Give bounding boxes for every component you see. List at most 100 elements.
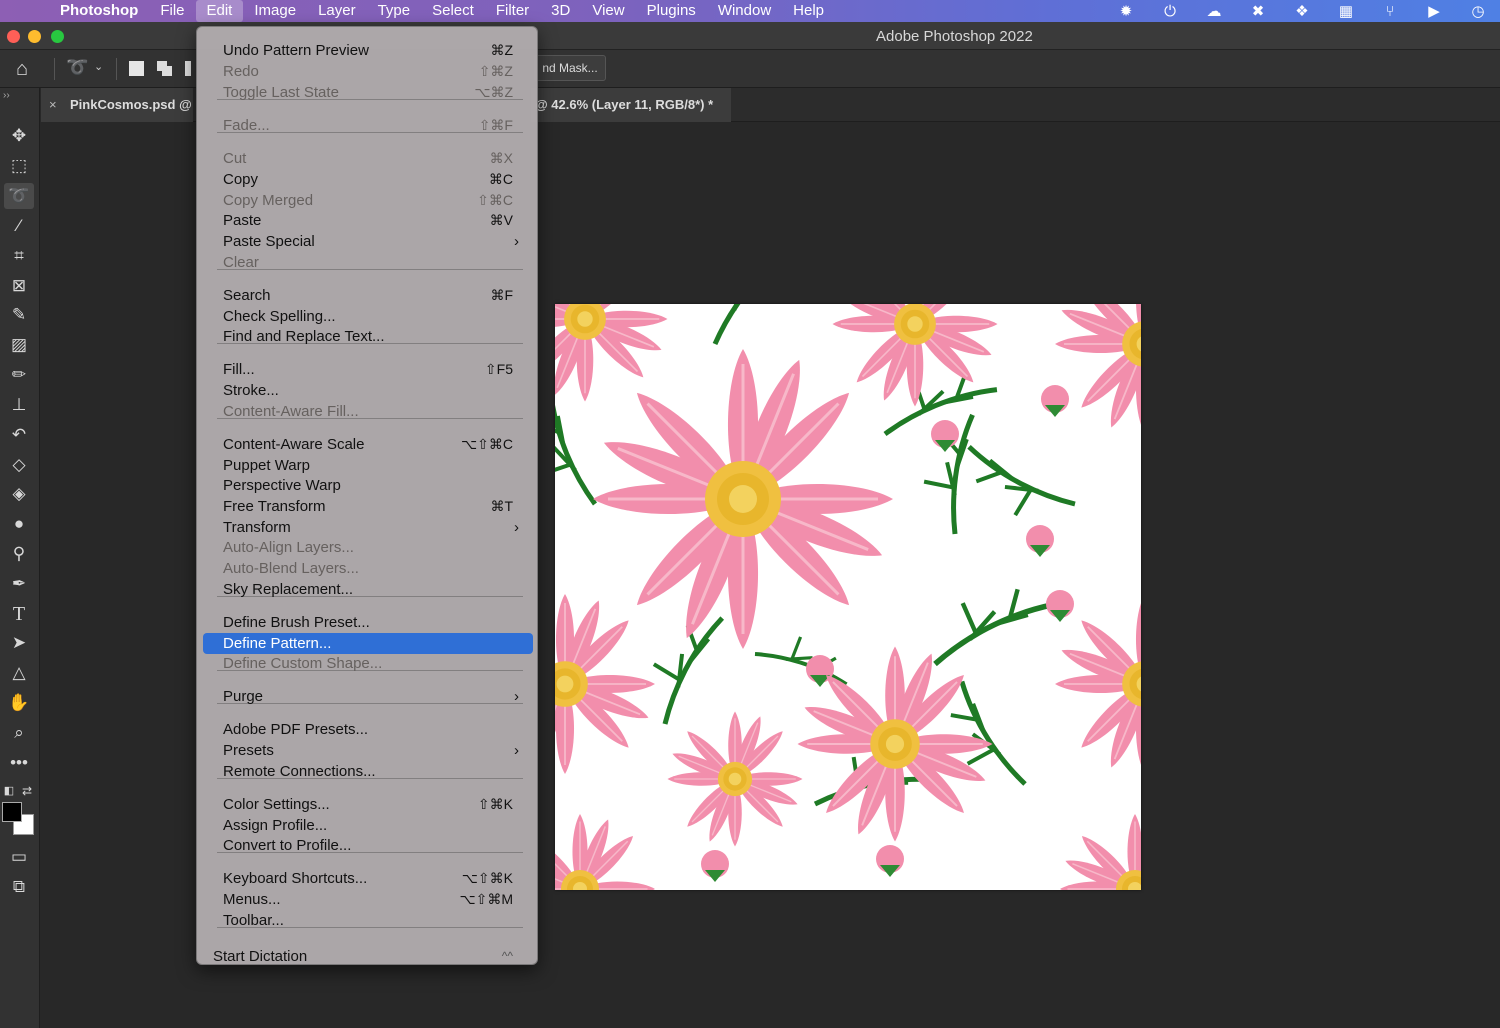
menu-edit[interactable]: Edit: [195, 0, 244, 22]
menu-item-keyboard-shortcuts[interactable]: Keyboard Shortcuts... ⌥⇧⌘K: [203, 868, 533, 889]
add-selection-icon[interactable]: [157, 61, 172, 76]
frame-tool-icon[interactable]: ⊠: [4, 273, 34, 299]
menu-item-stroke[interactable]: Stroke...: [203, 380, 533, 401]
menu-filter[interactable]: Filter: [485, 0, 540, 22]
menu-item-transform[interactable]: Transform ›: [203, 517, 533, 538]
menu-window[interactable]: Window: [707, 0, 782, 22]
brush-tool-icon[interactable]: ✏: [4, 362, 34, 388]
healing-brush-tool-icon[interactable]: ▨: [4, 332, 34, 358]
eyedropper-tool-icon[interactable]: ✎: [4, 302, 34, 328]
menu-item-color-settings[interactable]: Color Settings... ⇧⌘K: [203, 794, 533, 815]
type-tool-icon[interactable]: T: [4, 601, 34, 627]
menu-item-define-pattern[interactable]: Define Pattern...: [203, 633, 533, 654]
play-icon[interactable]: ▶: [1412, 2, 1456, 20]
lasso-tool-icon[interactable]: ➰: [4, 183, 34, 209]
history-brush-tool-icon[interactable]: ↶: [4, 422, 34, 448]
x-mark-icon[interactable]: ✖: [1236, 2, 1280, 20]
menu-item-toggle-last-state[interactable]: Toggle Last State ⌥⌘Z: [203, 82, 533, 103]
menu-item-find-and-replace-text[interactable]: Find and Replace Text...: [203, 326, 533, 347]
panel-collapse-icon[interactable]: ››: [3, 90, 10, 101]
close-tab-icon[interactable]: ×: [49, 88, 57, 122]
menu-item-sky-replacement[interactable]: Sky Replacement...: [203, 579, 533, 600]
swap-colors-icon[interactable]: ⇄: [18, 778, 36, 804]
menu-help[interactable]: Help: [782, 0, 835, 22]
menu-item-copy-merged[interactable]: Copy Merged ⇧⌘C: [203, 190, 533, 211]
select-and-mask-button[interactable]: nd Mask...: [534, 55, 606, 81]
foreground-color-swatch[interactable]: [2, 802, 22, 822]
menu-item-copy[interactable]: Copy ⌘C: [203, 169, 533, 190]
grid-icon[interactable]: ▦: [1324, 2, 1368, 20]
lasso-icon[interactable]: ➰: [66, 57, 88, 78]
menu-item-perspective-warp[interactable]: Perspective Warp: [203, 475, 533, 496]
new-selection-icon[interactable]: [129, 61, 144, 76]
menu-item-remote-connections[interactable]: Remote Connections...: [203, 761, 533, 782]
clock-icon[interactable]: ◷: [1456, 2, 1500, 20]
menu-view[interactable]: View: [581, 0, 635, 22]
paint-bucket-tool-icon[interactable]: ◈: [4, 481, 34, 507]
screen-mode-icon[interactable]: ⧉: [4, 874, 34, 900]
subtract-selection-icon[interactable]: [185, 61, 191, 76]
menu-item-define-brush-preset[interactable]: Define Brush Preset...: [203, 612, 533, 633]
menu-item-cut[interactable]: Cut ⌘X: [203, 148, 533, 169]
close-window-button[interactable]: [7, 30, 20, 43]
default-colors-icon[interactable]: ◧: [0, 778, 18, 804]
menu-item-toolbar[interactable]: Toolbar...: [203, 910, 533, 931]
menu-item-undo-pattern-preview[interactable]: Undo Pattern Preview ⌘Z: [203, 40, 533, 61]
pen-tool-icon[interactable]: ✒: [4, 571, 34, 597]
menu-item-check-spelling[interactable]: Check Spelling...: [203, 306, 533, 327]
menu-item-free-transform[interactable]: Free Transform ⌘T: [203, 496, 533, 517]
zoom-window-button[interactable]: [51, 30, 64, 43]
zoom-tool-icon[interactable]: ⌕: [4, 720, 34, 746]
menu-item-clear[interactable]: Clear: [203, 252, 533, 273]
menu-item-auto-align-layers[interactable]: Auto-Align Layers...: [203, 537, 533, 558]
menu-file[interactable]: File: [149, 0, 195, 22]
dropbox-icon[interactable]: ❖: [1280, 2, 1324, 20]
clone-stamp-tool-icon[interactable]: ⊥: [4, 392, 34, 418]
move-tool-icon[interactable]: ✥: [4, 123, 34, 149]
fork-icon[interactable]: ⑂: [1368, 3, 1412, 20]
menu-item-convert-to-profile[interactable]: Convert to Profile...: [203, 835, 533, 856]
blur-tool-icon[interactable]: ●: [4, 511, 34, 537]
document-tab[interactable]: × PinkCosmos.psd @: [41, 88, 193, 122]
menu-type[interactable]: Type: [367, 0, 422, 22]
chevron-down-icon[interactable]: ⌄: [94, 60, 103, 73]
menu-item-purge[interactable]: Purge ›: [203, 686, 533, 707]
menu-item-start-dictation[interactable]: Start Dictation ^^: [203, 946, 533, 967]
menu-app-name[interactable]: Photoshop: [46, 0, 149, 22]
menu-image[interactable]: Image: [243, 0, 307, 22]
menu-item-fade[interactable]: Fade... ⇧⌘F: [203, 115, 533, 136]
quick-mask-icon[interactable]: ▭: [4, 844, 34, 870]
more-tools-icon[interactable]: •••: [4, 750, 34, 776]
menu-item-content-aware-scale[interactable]: Content-Aware Scale ⌥⇧⌘C: [203, 434, 533, 455]
menu-3d[interactable]: 3D: [540, 0, 581, 22]
dodge-tool-icon[interactable]: ⚲: [4, 541, 34, 567]
menu-layer[interactable]: Layer: [307, 0, 367, 22]
menu-item-assign-profile[interactable]: Assign Profile...: [203, 815, 533, 836]
menu-item-presets[interactable]: Presets ›: [203, 740, 533, 761]
pattern-artwork[interactable]: [555, 304, 1141, 890]
hand-tool-icon[interactable]: ✋: [4, 690, 34, 716]
menu-item-redo[interactable]: Redo ⇧⌘Z: [203, 61, 533, 82]
minimize-window-button[interactable]: [28, 30, 41, 43]
menu-plugins[interactable]: Plugins: [636, 0, 707, 22]
menu-item-search[interactable]: Search ⌘F: [203, 285, 533, 306]
sun-icon[interactable]: ✹: [1104, 2, 1148, 20]
menu-item-adobe-pdf-presets[interactable]: Adobe PDF Presets...: [203, 719, 533, 740]
menu-item-auto-blend-layers[interactable]: Auto-Blend Layers...: [203, 558, 533, 579]
creative-cloud-icon[interactable]: ☁: [1192, 2, 1236, 20]
path-selection-tool-icon[interactable]: ➤: [4, 630, 34, 656]
eraser-tool-icon[interactable]: ◇: [4, 452, 34, 478]
menu-item-paste-special[interactable]: Paste Special ›: [203, 231, 533, 252]
document-tab-active[interactable]: @ 42.6% (Layer 11, RGB/8*) *: [531, 88, 731, 122]
crop-tool-icon[interactable]: ⌗: [4, 243, 34, 269]
menu-select[interactable]: Select: [421, 0, 485, 22]
marquee-tool-icon[interactable]: ⬚: [4, 153, 34, 179]
magic-wand-tool-icon[interactable]: ⁄: [4, 213, 34, 239]
home-icon[interactable]: ⌂: [16, 58, 28, 81]
menu-item-define-custom-shape[interactable]: Define Custom Shape...: [203, 653, 533, 674]
shape-tool-icon[interactable]: △: [4, 660, 34, 686]
menu-item-puppet-warp[interactable]: Puppet Warp: [203, 455, 533, 476]
menu-item-fill[interactable]: Fill... ⇧F5: [203, 359, 533, 380]
menu-item-content-aware-fill[interactable]: Content-Aware Fill...: [203, 401, 533, 422]
power-icon[interactable]: ⏻: [1148, 3, 1192, 20]
